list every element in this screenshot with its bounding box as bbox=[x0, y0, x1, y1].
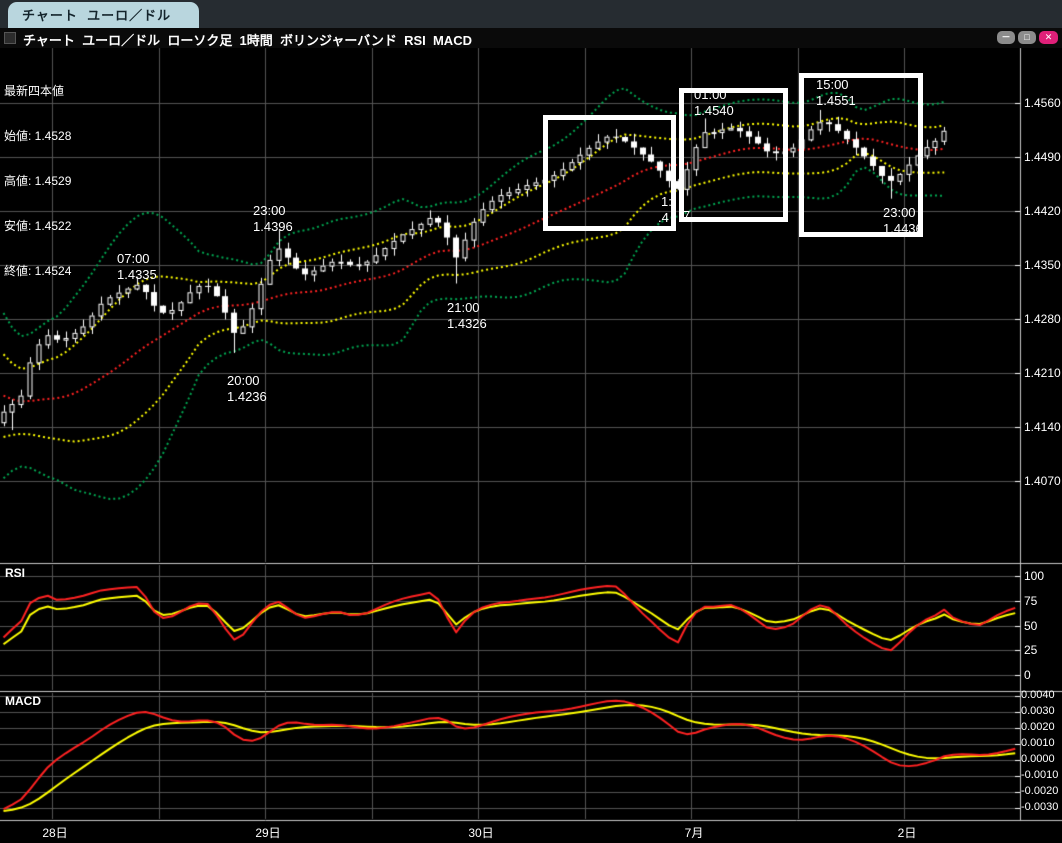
minimize-button[interactable]: － bbox=[997, 31, 1015, 44]
ohlc-close: 終値: 1.4524 bbox=[4, 264, 71, 279]
macd-axis-label: 0.0040 bbox=[1021, 689, 1055, 701]
annotation-price: 1.4335 bbox=[117, 267, 157, 283]
price-axis-label: 1.4280 bbox=[1024, 312, 1061, 326]
ohlc-legend: 最新四本値 始値: 1.4528 高値: 1.4529 安値: 1.4522 終… bbox=[4, 54, 71, 294]
annotation-time: 07:00 bbox=[117, 251, 157, 267]
tab-bar: チャート ユーロ／ドル bbox=[0, 0, 1062, 28]
annotation-time: 21:00 bbox=[447, 300, 487, 316]
date-axis-label: 2日 bbox=[885, 824, 929, 841]
price-annotation: 23:001.4436 bbox=[883, 205, 923, 237]
annotation-price: 1.4236 bbox=[227, 389, 267, 405]
ohlc-high: 高値: 1.4529 bbox=[4, 174, 71, 189]
macd-axis-label: -0.0030 bbox=[1021, 801, 1058, 813]
window-controls: － □ ✕ bbox=[997, 31, 1058, 44]
annotation-time: 01:00 bbox=[694, 87, 734, 103]
macd-axis-label: 0.0020 bbox=[1021, 721, 1055, 733]
price-annotation: 20:001.4236 bbox=[227, 373, 267, 405]
ohlc-open: 始値: 1.4528 bbox=[4, 129, 71, 144]
rsi-axis-label: 100 bbox=[1024, 569, 1044, 583]
rsi-axis-label: 25 bbox=[1024, 643, 1037, 657]
annotation-price: 1.4326 bbox=[447, 316, 487, 332]
window-icon bbox=[4, 32, 16, 44]
annotation-price: 1.4551 bbox=[816, 93, 856, 109]
annotation-time: 20:00 bbox=[227, 373, 267, 389]
titlebar: チャート ユーロ／ドル ローソク足 1時間 ボリンジャーバンド RSI MACD… bbox=[0, 28, 1062, 48]
annotation-time: 23:00 bbox=[883, 205, 923, 221]
annotation-time: 23:00 bbox=[253, 203, 293, 219]
price-axis-label: 1.4420 bbox=[1024, 204, 1061, 218]
date-axis-label: 7月 bbox=[672, 824, 716, 841]
rsi-panel-label: RSI bbox=[5, 566, 25, 580]
annotation-price: 1.4396 bbox=[253, 219, 293, 235]
date-axis-label: 30日 bbox=[459, 824, 503, 841]
annotation-price: 1.4540 bbox=[694, 103, 734, 119]
annotation-price: 1.4436 bbox=[883, 221, 923, 237]
macd-axis-label: 0.0010 bbox=[1021, 737, 1055, 749]
chart-title: チャート ユーロ／ドル ローソク足 1時間 ボリンジャーバンド RSI MACD bbox=[23, 30, 472, 49]
tab-chart-eurusd[interactable]: チャート ユーロ／ドル bbox=[8, 2, 199, 28]
close-button[interactable]: ✕ bbox=[1039, 31, 1058, 44]
maximize-button[interactable]: □ bbox=[1018, 31, 1036, 44]
price-annotation: 23:001.4396 bbox=[253, 203, 293, 235]
annotation-time: 15:00 bbox=[816, 77, 856, 93]
macd-axis-label: 0.0000 bbox=[1021, 753, 1055, 765]
price-axis-label: 1.4070 bbox=[1024, 474, 1061, 488]
price-annotation: 07:001.4335 bbox=[117, 251, 157, 283]
macd-panel-label: MACD bbox=[5, 694, 41, 708]
macd-axis-label: 0.0030 bbox=[1021, 705, 1055, 717]
rsi-axis-label: 75 bbox=[1024, 594, 1037, 608]
price-annotation: 15:001.4551 bbox=[816, 77, 856, 109]
date-axis-label: 28日 bbox=[33, 824, 77, 841]
price-axis-label: 1.4560 bbox=[1024, 96, 1061, 110]
price-axis-label: 1.4490 bbox=[1024, 150, 1061, 164]
rsi-axis-label: 50 bbox=[1024, 619, 1037, 633]
highlight-box[interactable] bbox=[543, 115, 676, 231]
price-axis-label: 1.4140 bbox=[1024, 420, 1061, 434]
ohlc-low: 安値: 1.4522 bbox=[4, 219, 71, 234]
macd-axis-label: -0.0020 bbox=[1021, 785, 1058, 797]
price-axis-label: 1.4210 bbox=[1024, 366, 1061, 380]
price-annotation: 01:001.4540 bbox=[694, 87, 734, 119]
ohlc-legend-title: 最新四本値 bbox=[4, 84, 71, 99]
price-annotation: 21:001.4326 bbox=[447, 300, 487, 332]
price-axis-label: 1.4350 bbox=[1024, 258, 1061, 272]
macd-axis-label: -0.0010 bbox=[1021, 769, 1058, 781]
rsi-axis-label: 0 bbox=[1024, 668, 1031, 682]
date-axis-label: 29日 bbox=[246, 824, 290, 841]
